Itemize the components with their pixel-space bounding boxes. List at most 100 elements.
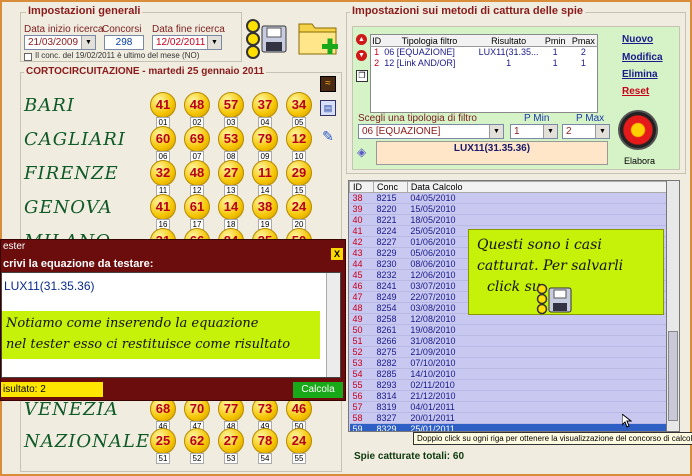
number-ball[interactable]: 38 [252, 194, 278, 220]
results-cell: 15/05/2010 [407, 203, 667, 215]
results-cell: 8329 [373, 423, 408, 431]
number-ball[interactable]: 60 [150, 126, 176, 152]
elabora-button[interactable] [618, 110, 658, 150]
chevron-down-icon[interactable]: ▼ [81, 36, 95, 49]
results-cell: 52 [349, 346, 374, 358]
results-row[interactable]: 56 8314 21/12/2010 [349, 390, 667, 402]
number-ball[interactable]: 61 [184, 194, 210, 220]
chevron-down-icon[interactable]: ▼ [489, 125, 503, 138]
pmin-label: P Min [524, 113, 550, 124]
number-ball[interactable]: 11 [252, 160, 278, 186]
close-icon[interactable]: X [334, 249, 340, 259]
position-label: 54 [258, 453, 272, 464]
results-row[interactable]: 54 8285 14/10/2010 [349, 368, 667, 380]
delete-link[interactable]: Elimina [622, 69, 658, 80]
modify-link[interactable]: Modifica [622, 52, 663, 63]
results-cell: 8319 [373, 401, 408, 413]
results-row[interactable]: 39 8220 15/05/2010 [349, 203, 667, 215]
move-down-button[interactable]: ▼ [356, 50, 367, 61]
results-row[interactable]: 58 8327 20/01/2011 [349, 412, 667, 424]
results-row[interactable]: 40 8221 18/05/2010 [349, 214, 667, 226]
table-cell: LUX11(31.35... [478, 47, 539, 58]
results-row[interactable]: 57 8319 04/01/2011 [349, 401, 667, 413]
number-ball[interactable]: 41 [150, 92, 176, 118]
number-ball[interactable]: 29 [286, 160, 312, 186]
number-ball[interactable]: 25 [150, 428, 176, 454]
reset-link[interactable]: Reset [622, 86, 649, 97]
results-cell: 58 [349, 412, 374, 424]
table-empty-cell [371, 69, 598, 80]
results-row[interactable]: 52 8275 21/09/2010 [349, 346, 667, 358]
number-ball[interactable]: 62 [184, 428, 210, 454]
number-ball[interactable]: 27 [218, 160, 244, 186]
number-ball[interactable]: 57 [218, 92, 244, 118]
table-cell: 1 [552, 58, 558, 68]
number-ball[interactable]: 14 [218, 194, 244, 220]
methods-title: Impostazioni sui metodi di cattura delle… [350, 5, 586, 17]
table-cell: 2 [580, 47, 586, 58]
copy-icon[interactable]: ❐ [356, 70, 368, 82]
table-empty-row [371, 69, 598, 80]
number-ball[interactable]: 53 [218, 126, 244, 152]
results-row[interactable]: 53 8282 07/10/2010 [349, 357, 667, 369]
tester-scrollbar[interactable] [326, 273, 340, 377]
number-ball[interactable]: 78 [252, 428, 278, 454]
results-row[interactable]: 55 8293 02/11/2010 [349, 379, 667, 391]
number-ball[interactable]: 48 [184, 92, 210, 118]
table-row[interactable]: 1 06 [EQUAZIONE] LUX11(31.35... 1 2 [371, 47, 598, 58]
last-of-month-checkbox[interactable] [24, 53, 32, 61]
results-cell: 8227 [373, 236, 408, 248]
results-cell: 19/08/2010 [407, 324, 667, 336]
chevron-down-icon[interactable]: ▼ [543, 125, 557, 138]
table-empty-row [371, 102, 598, 113]
pmax-select[interactable]: 2 ▼ [562, 124, 610, 139]
end-date-picker[interactable]: 12/02/2011 ▼ [152, 35, 222, 50]
number-ball[interactable]: 34 [286, 92, 312, 118]
diamond-icon[interactable]: ◈ [357, 146, 371, 158]
calcola-button[interactable]: Calcola [293, 382, 343, 398]
results-row[interactable]: 50 8261 19/08/2010 [349, 324, 667, 336]
number-ball[interactable]: 12 [286, 126, 312, 152]
table-cell: 1 [506, 58, 512, 68]
equation-note-line2: nel tester esso ci restituisce come risu… [6, 337, 291, 352]
table-cell: 12 [Link AND/OR] [384, 58, 456, 68]
results-row[interactable]: 51 8266 31/08/2010 [349, 335, 667, 347]
table-row[interactable]: 2 12 [Link AND/OR] 1 1 1 [371, 58, 598, 69]
results-cell: 8314 [373, 390, 408, 402]
new-link[interactable]: Nuovo [622, 34, 653, 45]
results-cell: 39 [349, 203, 374, 215]
results-row[interactable]: 49 8258 12/08/2010 [349, 313, 667, 325]
start-date-picker[interactable]: 21/03/2009 ▼ [24, 35, 96, 50]
number-ball[interactable]: 27 [218, 428, 244, 454]
scroll-thumb[interactable] [668, 331, 678, 421]
results-cell: 8258 [373, 313, 408, 325]
results-row[interactable]: 38 8215 04/05/2010 [349, 192, 667, 204]
results-row[interactable]: 59 8329 25/01/2011 [349, 423, 667, 431]
tester-close-button[interactable]: X [331, 248, 343, 260]
circles-save-icon[interactable] [244, 16, 290, 60]
audio-icon[interactable]: ≈ [320, 76, 336, 92]
move-up-button[interactable]: ▲ [356, 34, 367, 45]
chevron-down-icon[interactable]: ▼ [207, 36, 221, 49]
folder-add-icon[interactable] [296, 14, 340, 60]
number-ball[interactable]: 37 [252, 92, 278, 118]
cards-icon[interactable]: ▤ [320, 100, 336, 116]
results-cell: 21/09/2010 [407, 346, 667, 358]
number-ball[interactable]: 79 [252, 126, 278, 152]
number-ball[interactable]: 32 [150, 160, 176, 186]
chevron-down-icon[interactable]: ▼ [595, 125, 609, 138]
filter-type-select[interactable]: 06 [EQUAZIONE] ▼ [358, 124, 504, 139]
concorsi-field[interactable]: 298 [104, 35, 144, 50]
number-ball[interactable]: 24 [286, 428, 312, 454]
number-ball[interactable]: 41 [150, 194, 176, 220]
pmin-select[interactable]: 1 ▼ [510, 124, 558, 139]
pencil-icon[interactable]: ✎ [320, 128, 336, 144]
save-inline-icon[interactable] [536, 282, 582, 316]
number-ball[interactable]: 69 [184, 126, 210, 152]
number-ball[interactable]: 48 [184, 160, 210, 186]
end-date-value: 12/02/2011 [156, 37, 206, 48]
results-scrollbar[interactable] [666, 180, 680, 432]
city-name: GENOVA [24, 197, 113, 218]
number-ball[interactable]: 24 [286, 194, 312, 220]
results-cell: 8254 [373, 302, 408, 314]
